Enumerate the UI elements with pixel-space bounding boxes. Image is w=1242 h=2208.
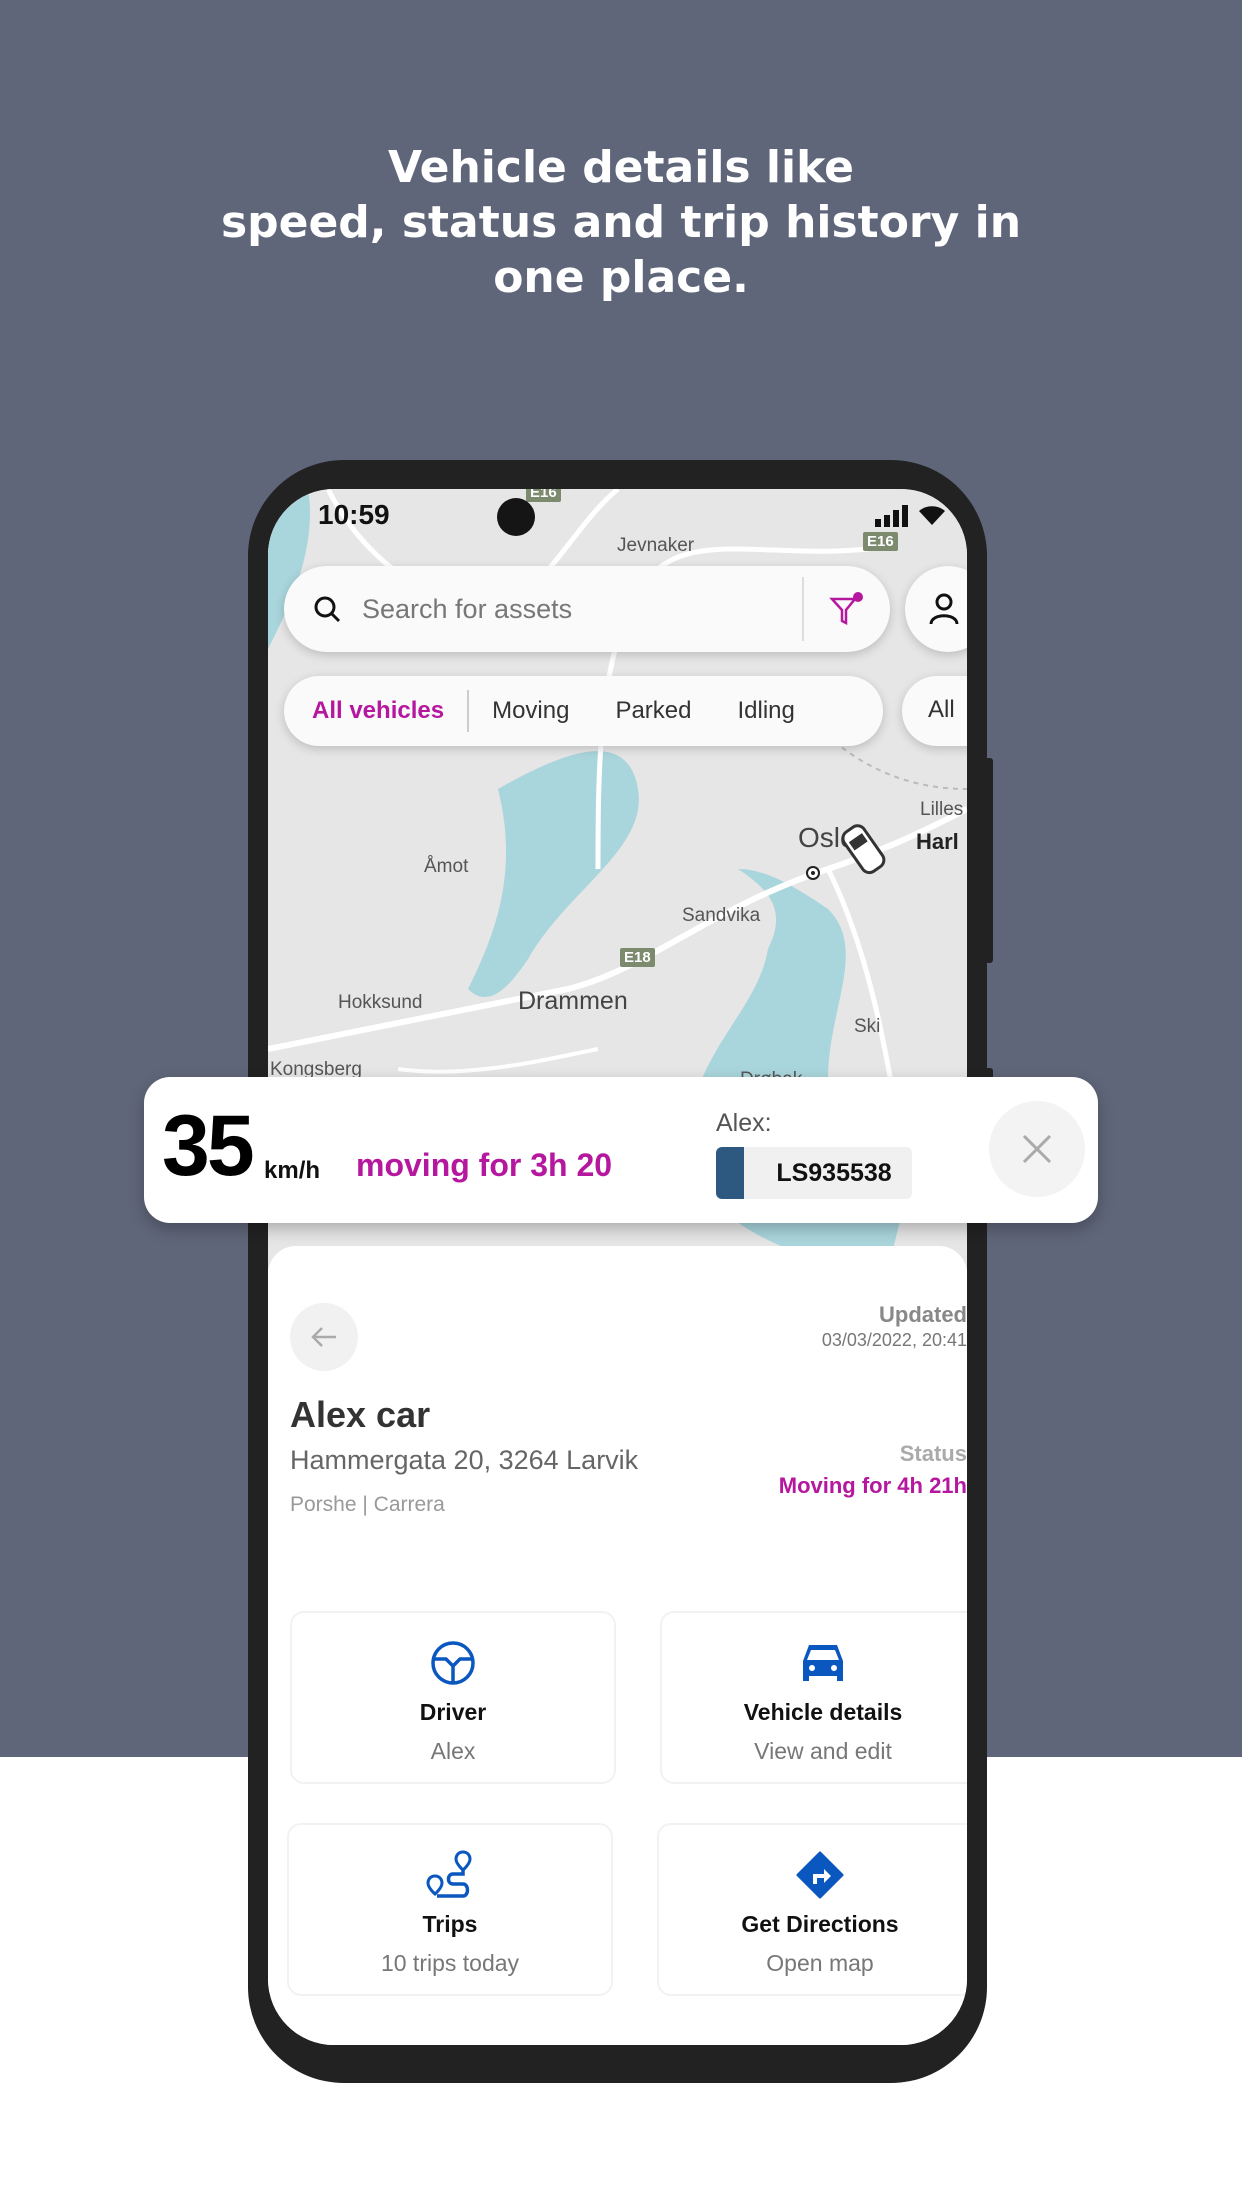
trips-card[interactable]: Trips 10 trips today — [287, 1823, 613, 1996]
search-icon — [314, 596, 341, 623]
headline: Vehicle details like speed, status and t… — [0, 140, 1242, 305]
search-bar[interactable]: Search for assets — [284, 566, 890, 652]
updated-value: 03/03/2022, 20:41 — [821, 1330, 967, 1350]
vehicle-marker-icon[interactable] — [836, 819, 892, 881]
vehicle-address: Hammergata 20, 3264 Larvik — [290, 1445, 639, 1475]
plate-country-strip — [716, 1147, 744, 1199]
map-label: Jevnaker — [617, 535, 695, 556]
speed-card: 35 km/h moving for 3h 20 Alex: LS935538 — [144, 1077, 1098, 1223]
vehicle-details-card[interactable]: Vehicle details View and edit — [660, 1611, 967, 1784]
map-label: Lilles — [920, 799, 964, 820]
updated-label: Updated — [879, 1302, 967, 1327]
headline-line: Vehicle details like — [387, 142, 855, 193]
license-plate: LS935538 — [716, 1147, 912, 1199]
vehicle-name: Alex car — [290, 1394, 431, 1435]
steering-wheel-icon — [431, 1641, 475, 1685]
map-label: Ski — [854, 1016, 881, 1037]
card-subtitle: Alex — [430, 1738, 476, 1764]
route-icon — [426, 1850, 472, 1898]
driver-card[interactable]: Driver Alex — [290, 1611, 616, 1784]
vehicle-model: Porshe | Carrera — [290, 1493, 445, 1516]
card-title: Trips — [422, 1911, 478, 1937]
signal-icon — [875, 505, 908, 527]
driver-label: Alex: — [716, 1109, 772, 1137]
card-title: Driver — [419, 1699, 487, 1725]
chip-idling[interactable]: Idling — [715, 697, 818, 725]
phone-screen: E16 E16 E18 Jevnaker Lilles Harl Oslo Åm… — [268, 489, 967, 2045]
search-input[interactable]: Search for assets — [362, 594, 802, 625]
card-title: Get Directions — [741, 1911, 899, 1937]
headline-line: speed, status and trip history in — [220, 197, 1022, 248]
card-subtitle: 10 trips today — [380, 1950, 520, 1976]
chip-all[interactable]: All — [902, 676, 967, 746]
close-button[interactable] — [989, 1101, 1085, 1197]
status-filter-chips: All vehicles Moving Parked Idling — [284, 676, 883, 746]
wifi-icon — [919, 506, 945, 525]
arrow-left-icon — [311, 1327, 336, 1347]
chip-parked[interactable]: Parked — [592, 697, 714, 725]
close-icon — [1022, 1134, 1052, 1164]
location-dot — [806, 866, 820, 880]
get-directions-card[interactable]: Get Directions Open map — [657, 1823, 967, 1996]
camera-cutout — [497, 498, 535, 536]
headline-line: one place. — [493, 252, 749, 303]
vehicle-detail-sheet: Updated 03/03/2022, 20:41 Alex car Hamme… — [268, 1246, 967, 2045]
chip-all-vehicles[interactable]: All vehicles — [284, 697, 467, 725]
status-label: Status — [899, 1441, 967, 1466]
car-icon — [803, 1645, 843, 1681]
speed-unit: km/h — [264, 1157, 321, 1184]
status-icons — [875, 503, 947, 527]
volume-button — [985, 758, 993, 963]
chip-label: All — [928, 696, 955, 723]
filter-button[interactable] — [804, 591, 890, 627]
road-shield: E18 — [620, 948, 655, 967]
map-label: Harl — [916, 829, 959, 854]
moving-duration: moving for 3h 20 — [356, 1147, 613, 1183]
user-icon — [929, 593, 959, 625]
road-shield: E16 — [526, 489, 561, 502]
filter-icon — [829, 592, 863, 626]
phone-frame: E16 E16 E18 Jevnaker Lilles Harl Oslo Åm… — [248, 460, 993, 2083]
map-label: Sandvika — [682, 905, 761, 926]
back-button[interactable] — [290, 1303, 358, 1371]
speed-value: 35 — [162, 1098, 255, 1194]
updated-info: Updated 03/03/2022, 20:41 — [822, 1302, 967, 1351]
card-title: Vehicle details — [743, 1699, 903, 1725]
map-label: Hokksund — [338, 992, 423, 1013]
chip-moving[interactable]: Moving — [469, 697, 592, 725]
status-value: Moving for 4h 21h — [778, 1473, 967, 1498]
map-label: Åmot — [424, 856, 469, 877]
card-subtitle: Open map — [766, 1950, 874, 1976]
plate-number: LS935538 — [776, 1159, 892, 1187]
vehicle-status: Status Moving for 4h 21h — [779, 1441, 967, 1499]
status-time: 10:59 — [318, 499, 390, 530]
map-label: Drammen — [518, 987, 628, 1015]
directions-icon — [796, 1851, 844, 1899]
road-shield: E16 — [863, 532, 898, 551]
card-subtitle: View and edit — [754, 1738, 892, 1764]
